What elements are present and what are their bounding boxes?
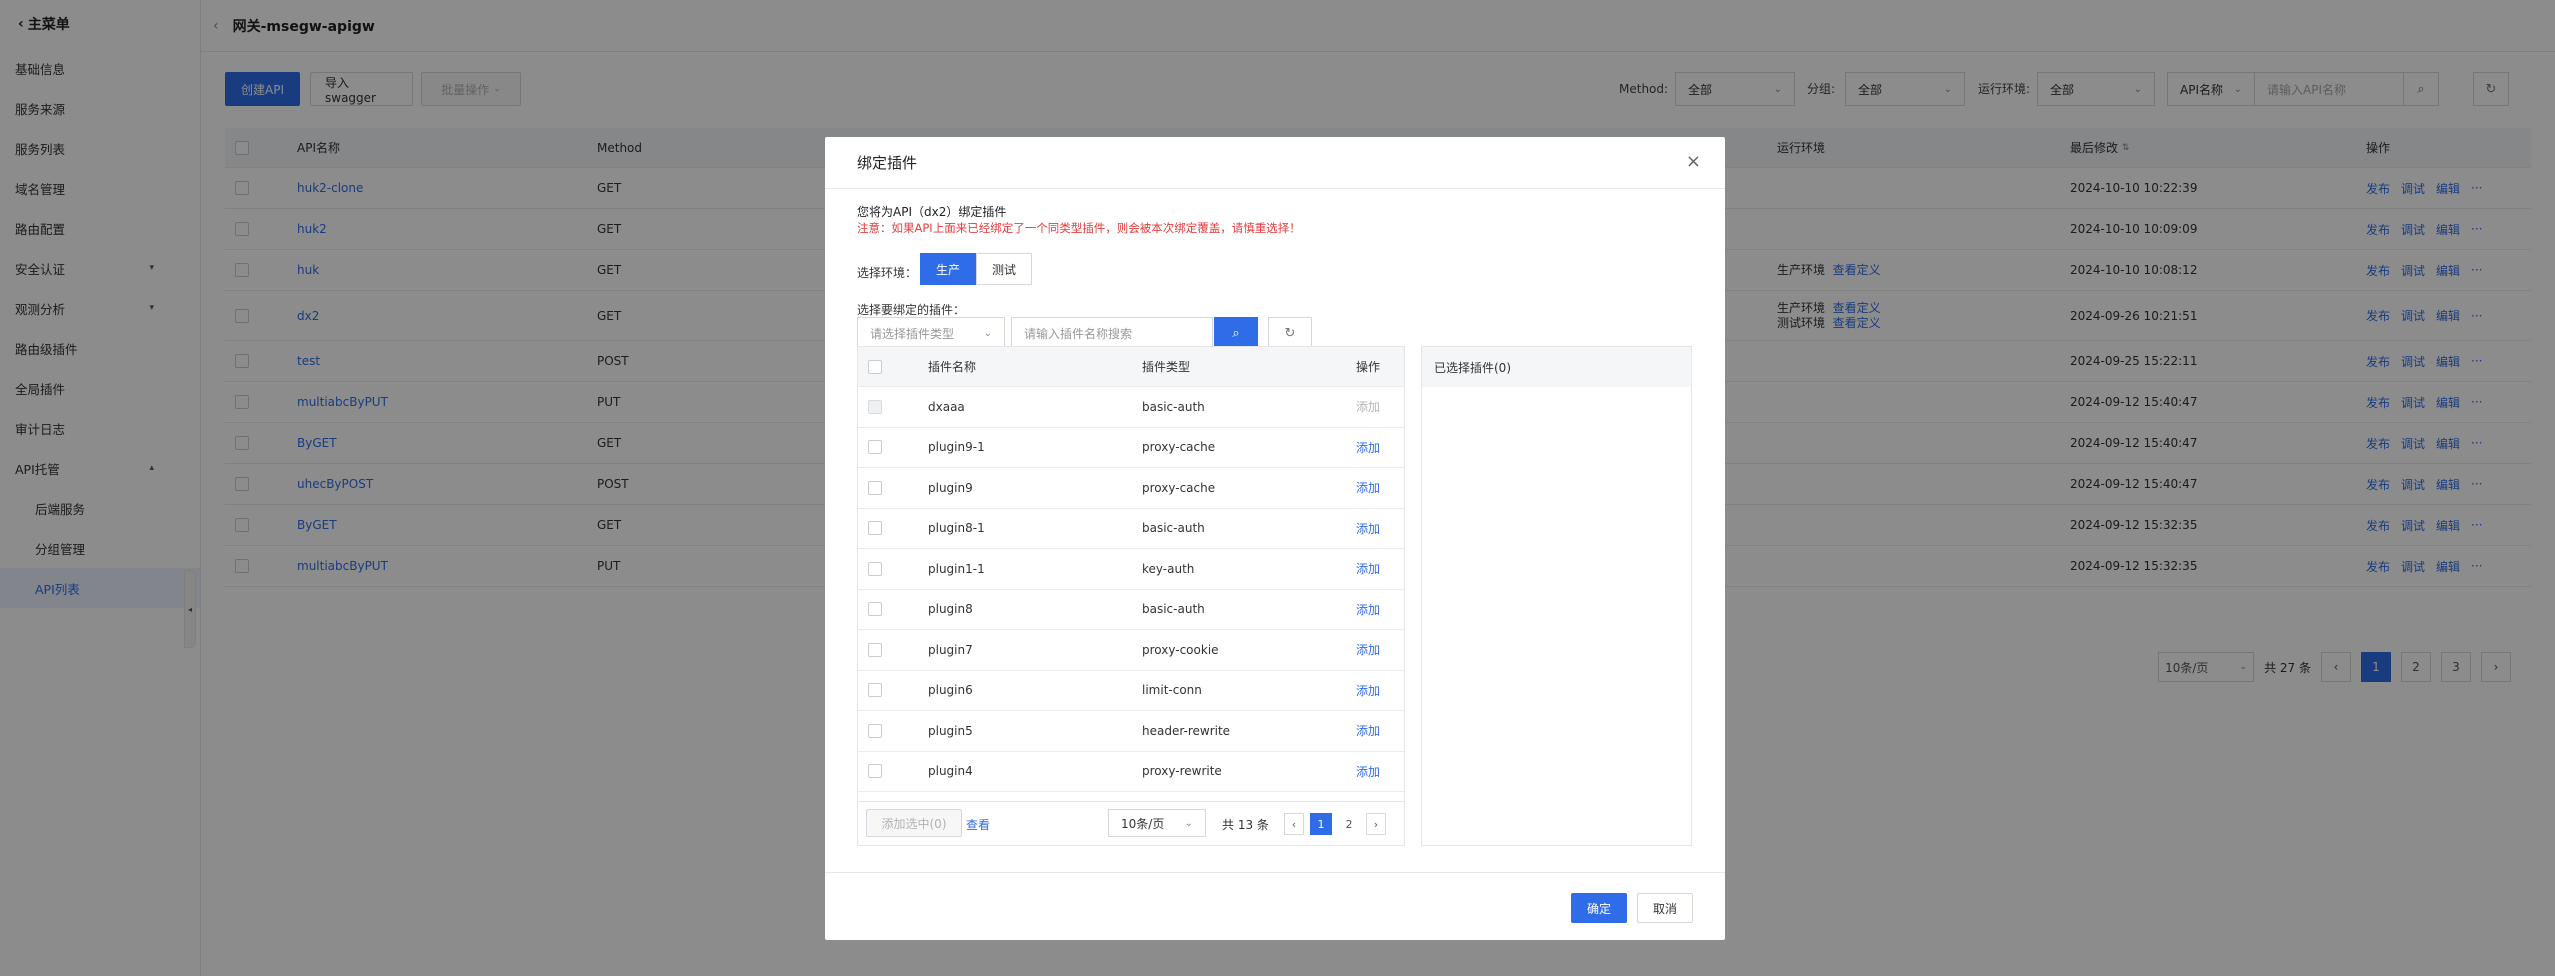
- plugin-type: proxy-rewrite: [1142, 764, 1222, 779]
- plugin-prev-page-button[interactable]: ‹: [1284, 813, 1304, 835]
- plugin-row-checkbox[interactable]: [868, 480, 882, 495]
- dialog-header: 绑定插件 ×: [825, 137, 1725, 189]
- plugin-type-select[interactable]: 请选择插件类型 ⌄: [857, 317, 1005, 349]
- col-header-plugin-name: 插件名称: [928, 360, 977, 374]
- env-prod-option[interactable]: 生产: [920, 253, 976, 285]
- refresh-icon[interactable]: ↻: [1268, 317, 1312, 349]
- plugin-next-page-button[interactable]: ›: [1366, 813, 1386, 835]
- plugin-name: plugin9-1: [928, 440, 985, 455]
- chevron-down-icon: ⌄: [983, 327, 992, 339]
- plugin-row: plugin4 proxy-rewrite 添加: [858, 752, 1404, 792]
- env-select-label: 选择环境：: [857, 266, 918, 280]
- plugin-row: plugin6 limit-conn 添加: [858, 671, 1404, 711]
- plugin-row-checkbox[interactable]: [868, 399, 882, 414]
- plugin-name: plugin5: [928, 723, 973, 738]
- plugin-table-body: dxaaa basic-auth 添加 plugin9-1 proxy-cache 添加 p…: [858, 387, 1404, 792]
- plugin-page-size-value: 10条/页: [1121, 816, 1165, 831]
- add-plugin-link[interactable]: 添加: [1356, 387, 1380, 427]
- cancel-button[interactable]: 取消: [1637, 893, 1693, 923]
- selected-plugins-title: 已选择插件(0): [1422, 347, 1691, 387]
- chevron-down-icon: ⌄: [1184, 817, 1193, 829]
- plugin-type: basic-auth: [1142, 399, 1205, 414]
- plugin-page-button[interactable]: 2: [1338, 813, 1360, 835]
- plugin-name: plugin9: [928, 480, 973, 495]
- plugin-row-checkbox[interactable]: [868, 764, 882, 779]
- plugin-row: plugin9 proxy-cache 添加: [858, 468, 1404, 509]
- plugin-table: 插件名称 插件类型 操作 dxaaa basic-auth 添加 plugin9-1 p…: [857, 346, 1405, 846]
- add-plugin-link[interactable]: 添加: [1356, 468, 1380, 508]
- selected-plugins-panel: 已选择插件(0): [1421, 346, 1692, 846]
- plugin-total-count: 共 13 条: [1222, 818, 1269, 832]
- plugin-type: proxy-cookie: [1142, 642, 1219, 657]
- plugin-type: proxy-cache: [1142, 440, 1216, 455]
- plugin-row-checkbox[interactable]: [868, 561, 882, 576]
- add-plugin-link[interactable]: 添加: [1356, 711, 1380, 751]
- plugin-row: plugin5 header-rewrite 添加: [858, 711, 1404, 752]
- plugin-row: plugin7 proxy-cookie 添加: [858, 630, 1404, 671]
- plugin-row-checkbox[interactable]: [868, 440, 882, 455]
- plugin-row: dxaaa basic-auth 添加: [858, 387, 1404, 428]
- plugin-type: header-rewrite: [1142, 723, 1231, 738]
- view-selected-link[interactable]: 查看: [966, 816, 990, 833]
- plugin-table-footer: 添加选中(0) 查看 10条/页 ⌄ 共 13 条 ‹ 1 2 ›: [858, 801, 1404, 845]
- col-header-plugin-type: 插件类型: [1142, 360, 1191, 374]
- bind-plugin-dialog: 绑定插件 × 您将为API（dx2）绑定插件 注意：如果API上面来已经绑定了一…: [825, 137, 1725, 940]
- add-plugin-link[interactable]: 添加: [1356, 428, 1380, 468]
- dialog-title: 绑定插件: [857, 154, 918, 172]
- plugin-row: plugin1-1 key-auth 添加: [858, 549, 1404, 590]
- add-plugin-link[interactable]: 添加: [1356, 509, 1380, 549]
- plugin-search-input[interactable]: 请输入插件名称搜索: [1011, 317, 1213, 349]
- plugin-name: plugin8-1: [928, 521, 985, 536]
- plugin-type: basic-auth: [1142, 602, 1205, 617]
- add-plugin-link[interactable]: 添加: [1356, 671, 1380, 711]
- plugin-name: plugin1-1: [928, 561, 985, 576]
- confirm-button[interactable]: 确定: [1571, 893, 1627, 923]
- dialog-warning: 注意：如果API上面来已经绑定了一个同类型插件，则会被本次绑定覆盖，请慎重选择！: [857, 221, 1301, 235]
- plugin-select-all-checkbox[interactable]: [868, 359, 882, 374]
- plugin-type: key-auth: [1142, 561, 1195, 576]
- env-test-option[interactable]: 测试: [976, 253, 1032, 285]
- plugin-type: proxy-cache: [1142, 480, 1216, 495]
- dialog-body: 您将为API（dx2）绑定插件 注意：如果API上面来已经绑定了一个同类型插件，…: [857, 189, 1693, 872]
- plugin-pagination: ‹ 1 2 ›: [1284, 813, 1386, 835]
- plugin-page-button[interactable]: 1: [1310, 813, 1332, 835]
- env-toggle: 生产 测试: [920, 253, 1032, 285]
- plugin-row: plugin8 basic-auth 添加: [858, 590, 1404, 630]
- add-plugin-link[interactable]: 添加: [1356, 549, 1380, 589]
- add-plugin-link[interactable]: 添加: [1356, 752, 1380, 792]
- api-list-page: ‹ 主菜单 基础信息 服务来源 服务列表 域名管理 路由配置 安全认证 ▾ 观测分析 ▾ 路由级插…: [0, 0, 2555, 976]
- add-plugin-link[interactable]: 添加: [1356, 590, 1380, 630]
- plugin-name: dxaaa: [928, 399, 965, 414]
- plugin-row-checkbox[interactable]: [868, 723, 882, 738]
- add-plugin-link[interactable]: 添加: [1356, 630, 1380, 670]
- plugin-row-checkbox[interactable]: [868, 683, 882, 698]
- plugin-type-placeholder: 请选择插件类型: [870, 326, 955, 341]
- dialog-intro: 您将为API（dx2）绑定插件: [857, 205, 1007, 219]
- plugin-type: basic-auth: [1142, 521, 1205, 536]
- plugin-row-checkbox[interactable]: [868, 521, 882, 536]
- plugin-name: plugin4: [928, 764, 973, 779]
- plugin-page-size-select[interactable]: 10条/页 ⌄: [1108, 809, 1206, 837]
- close-icon[interactable]: ×: [1686, 151, 1701, 172]
- add-selected-button[interactable]: 添加选中(0): [866, 809, 962, 837]
- dialog-footer: 确定 取消: [825, 872, 1725, 940]
- plugin-row-checkbox[interactable]: [868, 602, 882, 617]
- plugin-name: plugin6: [928, 683, 973, 698]
- plugin-table-header: 插件名称 插件类型 操作: [858, 347, 1404, 387]
- plugin-row-checkbox[interactable]: [868, 642, 882, 657]
- plugin-type: limit-conn: [1142, 683, 1202, 698]
- plugin-row: plugin9-1 proxy-cache 添加: [858, 428, 1404, 468]
- plugin-name: plugin8: [928, 602, 973, 617]
- search-icon[interactable]: ⌕: [1214, 317, 1258, 349]
- plugin-row: plugin8-1 basic-auth 添加: [858, 509, 1404, 549]
- select-plugin-label: 选择要绑定的插件：: [857, 303, 966, 317]
- col-header-plugin-op: 操作: [1356, 360, 1381, 374]
- plugin-name: plugin7: [928, 642, 973, 657]
